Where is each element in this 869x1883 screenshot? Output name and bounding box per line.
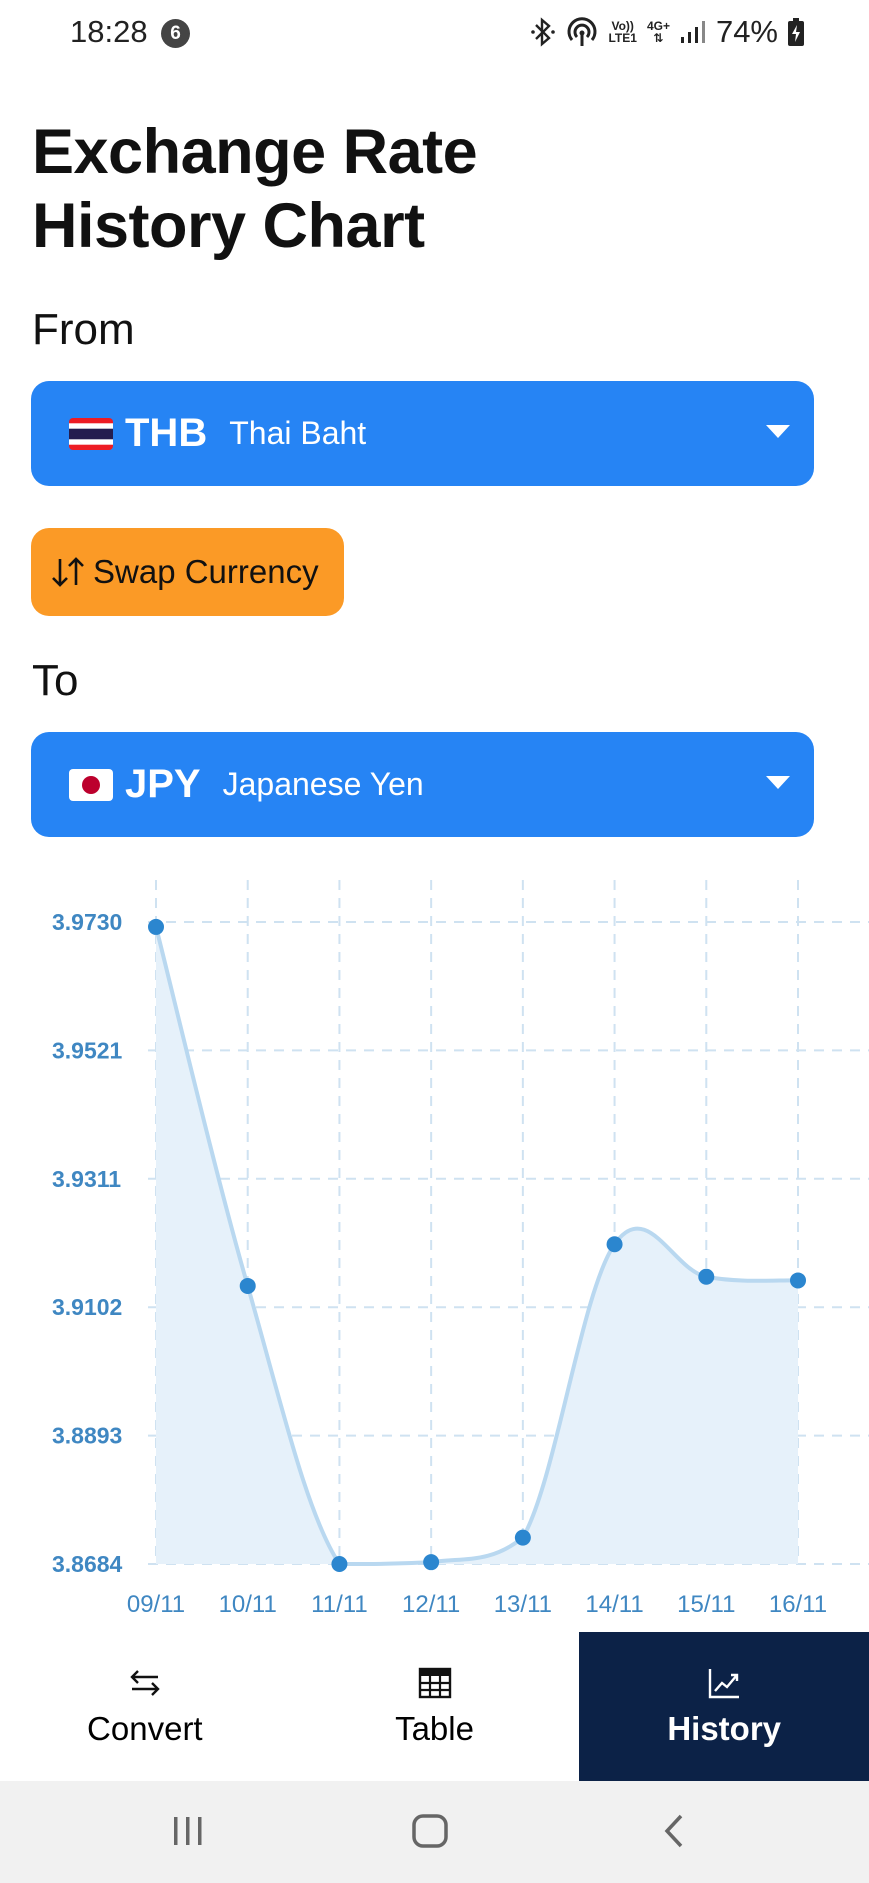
recent-apps-icon[interactable] [171,1811,205,1851]
nav-convert[interactable]: Convert [0,1632,290,1781]
home-icon[interactable] [410,1811,450,1851]
from-currency-select[interactable]: THB Thai Baht [31,381,814,486]
swap-currency-label: Swap Currency [93,553,319,590]
nav-history-label: History [667,1709,782,1747]
chart-data-point [331,1556,348,1572]
thailand-flag-icon [69,417,113,450]
to-label: To [32,656,79,705]
system-navigation-bar [0,1781,869,1883]
x-axis-tick-label: 15/11 [677,1591,735,1618]
signal-icon [680,21,705,43]
from-currency-code: THB [125,411,208,455]
volte-indicator: Vo)) LTE1 [608,19,637,45]
page-title: Exchange Rate History Chart [32,117,478,261]
bottom-navigation: Convert Table History [0,1632,869,1781]
from-label: From [32,305,135,354]
x-axis-tick-label: 12/11 [402,1591,460,1618]
x-axis-tick-label: 14/11 [585,1591,643,1618]
y-axis-tick-label: 3.8684 [52,1551,123,1577]
nav-table-label: Table [395,1709,474,1747]
chart-data-point [148,918,164,935]
y-axis-tick-label: 3.8893 [52,1423,122,1449]
chart-data-point [239,1277,256,1294]
to-currency-name: Japanese Yen [222,766,424,802]
status-icons: Vo)) LTE1 4G+ ⇅ 74% [530,12,804,52]
nav-history[interactable]: History [579,1632,869,1781]
hotspot-icon [567,17,597,46]
chart-data-point [790,1272,806,1289]
chart-data-point [423,1554,440,1571]
table-icon [418,1667,451,1698]
chart-data-point [606,1236,623,1253]
notification-badge: 6 [161,19,190,48]
nav-table[interactable]: Table [290,1632,580,1781]
y-axis-tick-label: 3.9102 [52,1294,122,1320]
y-axis-tick-label: 3.9521 [52,1037,123,1063]
status-bar: 18:28 6 Vo)) LTE1 4G+ ⇅ 74% [0,0,869,66]
battery-percent: 74% [715,14,778,49]
japan-flag-icon [69,768,113,801]
trend-chart-icon [708,1668,740,1698]
chart-area-fill [156,926,798,1564]
back-icon[interactable] [660,1811,688,1851]
chart-data-point [514,1529,531,1546]
x-axis-tick-label: 11/11 [311,1591,368,1618]
x-axis-tick-label: 10/11 [219,1591,277,1618]
to-currency-select[interactable]: JPY Japanese Yen [31,732,814,837]
chart-data-point [698,1268,715,1285]
from-currency-name: Thai Baht [229,415,367,451]
network-type: 4G+ ⇅ [646,19,670,45]
to-currency-code: JPY [125,762,201,806]
chevron-down-icon [766,776,790,789]
status-time: 18:28 [70,14,148,49]
swap-arrows-icon [130,1669,160,1696]
nav-convert-label: Convert [87,1709,203,1747]
bluetooth-icon [531,17,556,47]
y-axis-tick-label: 3.9311 [52,1166,121,1192]
y-axis-tick-label: 3.9730 [52,909,122,935]
battery-charging-icon [788,18,804,46]
x-axis-tick-label: 13/11 [494,1591,552,1618]
swap-currency-button[interactable]: Swap Currency [31,528,344,616]
exchange-rate-chart: 3.9730 3.9521 3.9311 3.9102 3.8893 3.868409/1… [52,880,869,1618]
swap-vertical-icon [52,557,84,587]
x-axis-tick-label: 16/11 [769,1591,827,1618]
x-axis-tick-label: 09/11 [127,1591,185,1618]
chevron-down-icon [766,425,790,438]
